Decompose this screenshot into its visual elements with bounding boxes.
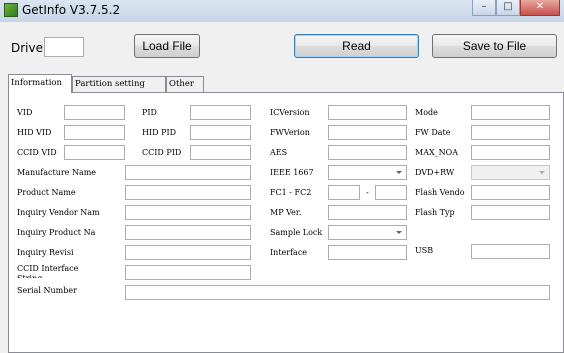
ccid-pid-field[interactable] [190, 145, 251, 160]
flash-type-field[interactable] [471, 205, 550, 220]
ic-version-field[interactable] [328, 105, 407, 120]
ieee-1667-label: IEEE 1667 [270, 168, 314, 177]
product-name-field[interactable] [125, 185, 251, 200]
product-name-label: Product Name [17, 188, 76, 197]
close-button[interactable]: ✕ [520, 0, 560, 16]
tab-information[interactable]: Information [8, 74, 72, 93]
inquiry-vendor-name-label: Inquiry Vendor Nam [17, 208, 100, 217]
ieee-1667-select[interactable] [328, 165, 407, 180]
fw-date-field[interactable] [471, 125, 550, 140]
interface-field[interactable] [328, 245, 407, 260]
drive-input[interactable] [44, 37, 84, 57]
mp-ver-field[interactable] [328, 205, 407, 220]
interface-label: Interface [270, 248, 308, 257]
flash-vendor-field[interactable] [471, 185, 550, 200]
usb-field[interactable] [471, 244, 550, 259]
fc1-field[interactable] [328, 185, 360, 200]
sample-lock-select[interactable] [328, 225, 407, 240]
manufacture-name-field[interactable] [125, 165, 251, 180]
window-controls: – □ ✕ [472, 0, 560, 18]
inquiry-revision-field[interactable] [125, 245, 251, 260]
inquiry-revision-label: Inquiry Revisi [17, 248, 74, 257]
inquiry-product-name-label: Inquiry Product Na [17, 228, 96, 237]
dvd-rw-label: DVD+RW [415, 168, 455, 177]
manufacture-name-label: Manufacture Name [17, 168, 97, 177]
fc2-field[interactable] [375, 185, 407, 200]
load-file-button[interactable]: Load File [134, 34, 200, 58]
aes-label: AES [270, 148, 288, 157]
max-noa-field[interactable] [471, 145, 550, 160]
hid-vid-field[interactable] [64, 125, 125, 140]
max-noa-label: MAX_NOA [415, 148, 458, 157]
serial-number-label: Serial Number [17, 286, 77, 295]
usb-label: USB [415, 246, 434, 255]
read-button[interactable]: Read [294, 34, 419, 58]
hid-pid-label: HID PID [142, 128, 177, 137]
mode-field[interactable] [471, 105, 550, 120]
flash-type-label: Flash Typ [415, 208, 455, 217]
save-to-file-button[interactable]: Save to File [432, 34, 557, 58]
fw-version-label: FWVerion [270, 128, 310, 137]
dvd-rw-select[interactable] [471, 165, 550, 180]
window-title: GetInfo V3.7.5.2 [22, 3, 121, 17]
ccid-vid-field[interactable] [64, 145, 125, 160]
mp-ver-label: MP Ver. [270, 208, 302, 217]
flash-vendor-label: Flash Vendo [415, 188, 465, 197]
chevron-down-icon [539, 171, 545, 174]
ccid-vid-label: CCID VID [17, 148, 57, 157]
ccid-interface-string-field[interactable] [125, 265, 251, 280]
tab-partition-setting[interactable]: Partition setting [72, 76, 166, 92]
ic-version-label: ICVersion [270, 108, 310, 117]
mode-label: Mode [415, 108, 438, 117]
sample-lock-label: Sample Lock [270, 228, 323, 237]
hid-pid-field[interactable] [190, 125, 251, 140]
fw-version-field[interactable] [328, 125, 407, 140]
serial-number-field[interactable] [125, 285, 550, 300]
app-icon [4, 3, 18, 17]
chevron-down-icon [396, 231, 402, 234]
pid-field[interactable] [190, 105, 251, 120]
vid-field[interactable] [64, 105, 125, 120]
fc1-fc2-label: FC1 - FC2 [270, 188, 312, 197]
inquiry-product-name-field[interactable] [125, 225, 251, 240]
chevron-down-icon [396, 171, 402, 174]
pid-label: PID [142, 108, 157, 117]
fw-date-label: FW Date [415, 128, 451, 137]
tab-other[interactable]: Other [166, 76, 204, 92]
title-bar: GetInfo V3.7.5.2 – □ ✕ [0, 0, 564, 22]
fc-separator: - [366, 188, 369, 197]
ccid-pid-label: CCID PID [142, 148, 182, 157]
hid-vid-label: HID VID [17, 128, 52, 137]
ccid-interface-string-label: CCID Interface String [17, 264, 79, 278]
minimize-button[interactable]: – [472, 0, 496, 16]
maximize-button[interactable]: □ [496, 0, 520, 16]
aes-field[interactable] [328, 145, 407, 160]
drive-label: Drive [11, 41, 43, 55]
vid-label: VID [17, 108, 33, 117]
inquiry-vendor-name-field[interactable] [125, 205, 251, 220]
